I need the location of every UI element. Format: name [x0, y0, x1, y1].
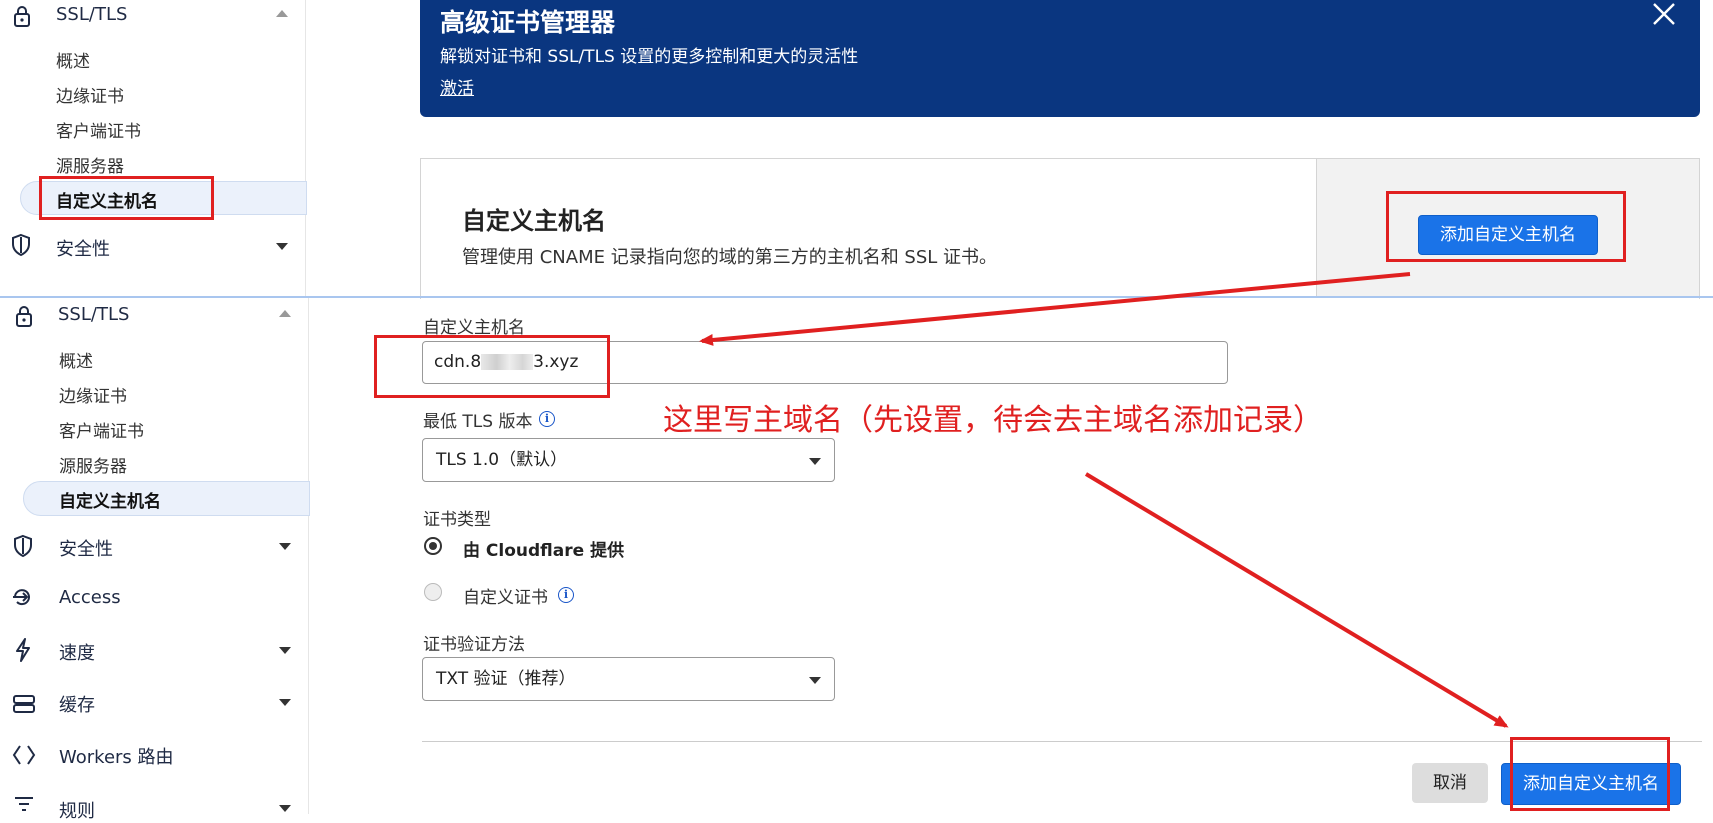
annotation-arrow-to-input	[699, 272, 1411, 346]
annotation-arrows	[699, 272, 1509, 728]
annotation-arrow-to-submit	[1084, 472, 1509, 728]
